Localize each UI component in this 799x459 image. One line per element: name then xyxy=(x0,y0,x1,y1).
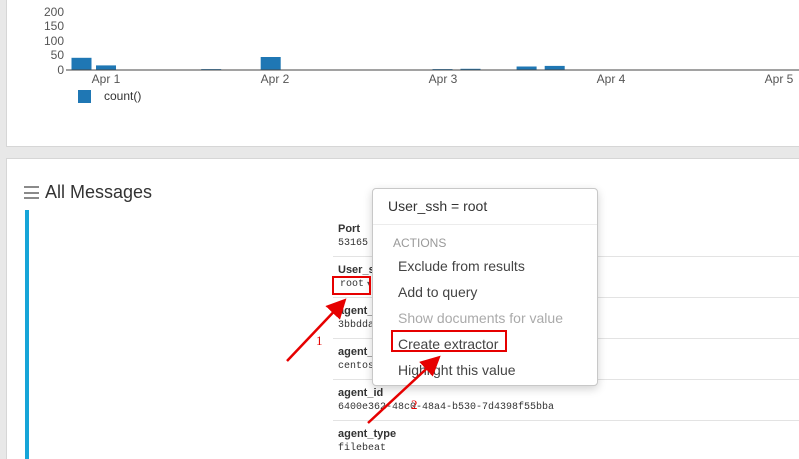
x-tick-label: Apr 3 xyxy=(429,72,458,86)
y-tick-label: 50 xyxy=(51,48,65,62)
annotation-box-create-extractor xyxy=(391,330,507,352)
field-name: agent_type xyxy=(338,428,397,440)
menu-item-show-documents: Show documents for value xyxy=(398,310,563,326)
y-axis-labels: 200 150 100 50 0 xyxy=(44,5,64,77)
y-tick-label: 150 xyxy=(44,19,64,33)
field-actions-popover: User_ssh = root ACTIONS Exclude from res… xyxy=(372,188,598,386)
menu-item-exclude-from-results[interactable]: Exclude from results xyxy=(373,253,597,279)
x-tick-label: Apr 4 xyxy=(597,72,626,86)
histogram-bar[interactable] xyxy=(260,57,281,70)
y-tick-label: 0 xyxy=(57,63,64,77)
histogram-bar[interactable] xyxy=(516,66,537,71)
histogram-bars xyxy=(71,57,565,71)
section-title: All Messages xyxy=(45,182,153,202)
y-tick-label: 100 xyxy=(44,34,64,48)
menu-item-highlight-value[interactable]: Highlight this value xyxy=(373,357,597,383)
popover-section-header: ACTIONS xyxy=(393,236,447,250)
histogram-bar[interactable] xyxy=(544,65,565,70)
histogram-bar[interactable] xyxy=(96,65,116,70)
field-value[interactable]: filebeat xyxy=(338,441,799,456)
field-value[interactable]: 6400e362-48c0-48a4-b530-7d4398f55bba xyxy=(338,400,799,415)
x-tick-label: Apr 2 xyxy=(261,72,290,86)
histogram-bar[interactable] xyxy=(71,57,92,70)
legend-swatch xyxy=(78,89,91,103)
message-highlight-bar xyxy=(25,210,29,459)
menu-item-add-to-query[interactable]: Add to query xyxy=(373,279,597,305)
field-name: agent_id xyxy=(338,387,384,399)
field-agent-type: agent_type filebeat xyxy=(333,421,799,459)
field-agent-id: agent_id 6400e362-48c0-48a4-b530-7d4398f… xyxy=(333,380,799,421)
x-tick-label: Apr 5 xyxy=(765,72,794,86)
x-tick-label: Apr 1 xyxy=(92,72,121,86)
legend-label: count() xyxy=(104,89,142,103)
histogram-chart: 200 150 100 50 0 Apr 1 Apr 2 Apr 3 Apr 4… xyxy=(44,5,799,86)
hamburger-icon[interactable] xyxy=(24,186,39,199)
chart-legend: count() xyxy=(78,89,141,103)
x-axis-labels: Apr 1 Apr 2 Apr 3 Apr 4 Apr 5 xyxy=(92,72,794,86)
annotation-step-2: 2 xyxy=(411,397,418,412)
popover-title: User_ssh = root xyxy=(373,189,597,225)
messages-header: All Messages xyxy=(24,182,152,203)
y-tick-label: 200 xyxy=(44,5,64,19)
annotation-step-1: 1 xyxy=(316,333,323,348)
annotation-box-root xyxy=(332,276,371,295)
